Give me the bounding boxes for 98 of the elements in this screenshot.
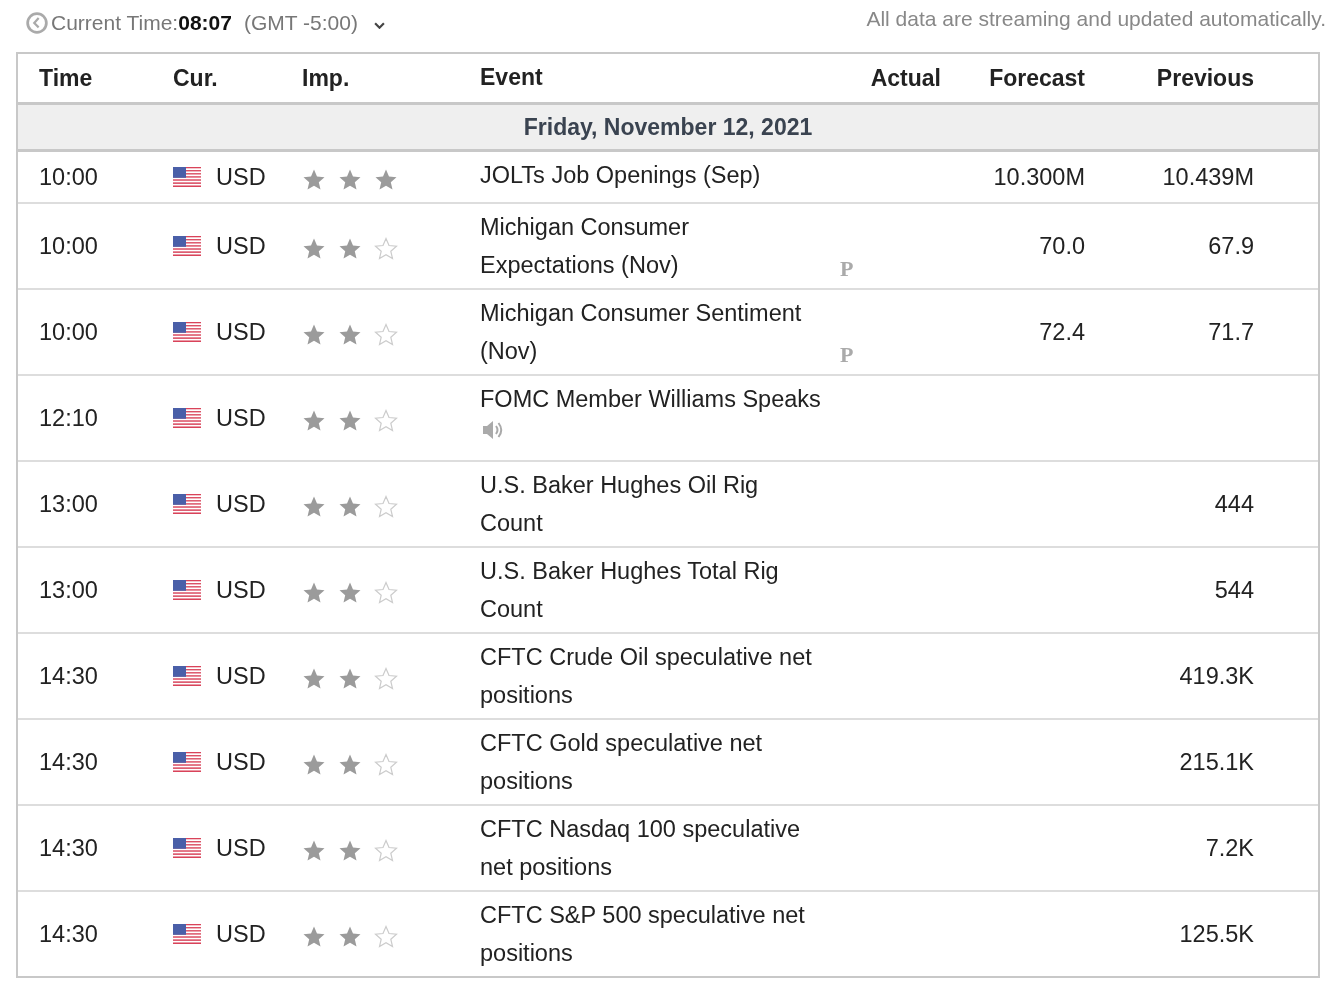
current-time: 08:07 [178,11,232,35]
filled-star-icon [338,753,362,777]
filled-star-icon [302,925,326,949]
event-time: 12:10 [39,404,98,431]
filled-star-icon [374,168,398,192]
event-time: 14:30 [39,834,98,861]
filled-star-icon [302,237,326,261]
currency-code: USD [216,404,266,432]
previous-value: 444 [1214,490,1254,517]
event-time: 10:00 [39,163,98,190]
currency-code: USD [216,163,266,191]
flag-icon [173,167,201,187]
filled-star-icon [338,839,362,863]
flag-icon [173,494,201,514]
filled-star-icon [302,323,326,347]
currency-code: USD [216,490,266,518]
filled-star-icon [302,753,326,777]
empty-star-icon [374,925,398,949]
event-time: 10:00 [39,318,98,345]
column-header: Time [39,64,93,91]
previous-value: 215.1K [1179,748,1254,775]
clock-icon [26,12,48,34]
timezone-label: (GMT -5:00) [243,11,358,35]
filled-star-icon [338,581,362,605]
previous-value: 7.2K [1205,834,1254,861]
flag-icon [173,236,201,256]
flag-icon [173,752,201,772]
streaming-notice: All data are streaming and updated automatically. [866,7,1326,31]
currency-code: USD [216,834,266,862]
filled-star-icon [302,581,326,605]
date-header: Friday, November 12, 2021 [18,105,1318,152]
previous-value: 67.9 [1208,232,1254,259]
event-name[interactable]: U.S. Baker Hughes Oil Rig Count [480,466,824,542]
event-name[interactable]: CFTC Nasdaq 100 speculative net positions [480,810,824,886]
flag-icon [173,666,201,686]
event-time: 13:00 [39,490,98,517]
currency-code: USD [216,662,266,690]
event-name[interactable]: CFTC Crude Oil speculative net positions [480,638,824,714]
event-name[interactable]: JOLTs Job Openings (Sep) [480,156,761,194]
empty-star-icon [374,839,398,863]
event-name[interactable]: U.S. Baker Hughes Total Rig Count [480,552,824,628]
filled-star-icon [338,237,362,261]
currency-code: USD [216,576,266,604]
empty-star-icon [374,323,398,347]
currency-code: USD [216,748,266,776]
flag-icon [173,924,201,944]
filled-star-icon [338,168,362,192]
empty-star-icon [374,581,398,605]
event-name[interactable]: Michigan Consumer Expectations (Nov) [480,208,824,284]
flag-icon [173,322,201,342]
filled-star-icon [338,925,362,949]
column-header: Cur. [173,64,218,92]
filled-star-icon [338,495,362,519]
currency-code: USD [216,318,266,346]
preliminary-marker: P [840,256,854,281]
previous-value: 71.7 [1208,318,1254,345]
previous-value: 544 [1214,576,1254,603]
forecast-value: 70.0 [1039,232,1085,259]
filled-star-icon [302,667,326,691]
event-name[interactable]: FOMC Member Williams Speaks [480,380,821,418]
preliminary-marker: P [840,342,854,367]
event-time: 14:30 [39,920,98,947]
filled-star-icon [338,409,362,433]
event-time: 14:30 [39,748,98,775]
column-header: Event [480,64,543,90]
previous-value: 10.439M [1162,163,1254,190]
event-time: 14:30 [39,662,98,689]
empty-star-icon [374,237,398,261]
event-time: 13:00 [39,576,98,603]
clock-label: Current Time: [51,11,179,35]
empty-star-icon [374,753,398,777]
filled-star-icon [302,839,326,863]
filled-star-icon [338,667,362,691]
flag-icon [173,838,201,858]
filled-star-icon [302,409,326,433]
flag-icon [173,580,201,600]
event-time: 10:00 [39,232,98,259]
event-name[interactable]: CFTC Gold speculative net positions [480,724,824,800]
previous-value: 419.3K [1179,662,1254,689]
chevron-down-icon[interactable] [373,21,385,29]
filled-star-icon [302,168,326,192]
column-header: Imp. [302,64,350,91]
flag-icon [173,408,201,428]
empty-star-icon [374,667,398,691]
column-header: Previous [1156,64,1254,91]
empty-star-icon [374,409,398,433]
currency-code: USD [216,232,266,260]
event-name[interactable]: Michigan Consumer Sentiment (Nov) [480,294,824,370]
filled-star-icon [338,323,362,347]
empty-star-icon [374,495,398,519]
filled-star-icon [302,495,326,519]
event-name[interactable]: CFTC S&P 500 speculative net positions [480,896,824,972]
forecast-value: 72.4 [1039,318,1085,345]
column-header: Actual [870,64,941,91]
currency-code: USD [216,920,266,948]
previous-value: 125.5K [1179,920,1254,947]
forecast-value: 10.300M [993,163,1085,190]
column-header: Forecast [989,64,1085,91]
